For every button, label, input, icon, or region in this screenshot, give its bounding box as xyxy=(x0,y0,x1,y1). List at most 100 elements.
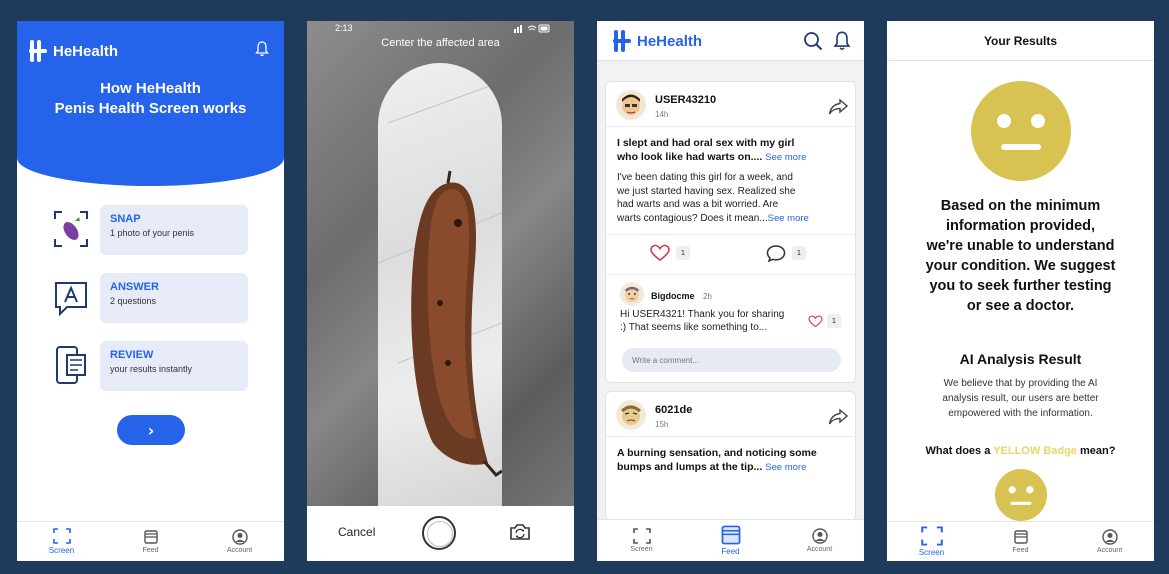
feed-post[interactable]: 6021de 15h A burning sensation, and noti… xyxy=(605,391,857,521)
ai-desc-line: empowered with the information. xyxy=(948,408,1093,419)
brand-name: HeHealth xyxy=(637,32,703,50)
status-time: 2:13 xyxy=(335,23,353,33)
post-title-line: who look like had warts on.... xyxy=(617,151,763,163)
brand-logo: HeHealth xyxy=(613,30,702,52)
post-body-line: had warts and was a bit worried. Are xyxy=(617,199,779,210)
post-body: I've been dating this girl for a week, a… xyxy=(617,171,853,225)
tab-screen[interactable]: Screen xyxy=(32,528,92,555)
search-icon[interactable] xyxy=(803,31,823,51)
badge-question-pre: What does a xyxy=(925,445,991,457)
tab-label: Account xyxy=(226,547,253,554)
post-body-line: warts contagious? Does it mean... xyxy=(617,212,768,224)
step-review-card: REVIEW your results instantly xyxy=(100,341,248,391)
phone-results-icon xyxy=(53,345,89,385)
tab-label: Screen xyxy=(918,548,945,557)
step-title: REVIEW xyxy=(110,349,154,361)
scan-icon xyxy=(920,526,943,546)
result-line: Based on the minimum xyxy=(940,198,1101,214)
tab-account[interactable]: Account xyxy=(210,529,270,554)
results-header: Your Results xyxy=(887,21,1154,61)
post-title[interactable]: A burning sensation, and noticing some b… xyxy=(617,446,817,475)
avatar[interactable] xyxy=(616,90,646,120)
tab-feed[interactable]: Feed xyxy=(701,525,761,556)
post-body-line: I've been dating this girl for a week, a… xyxy=(617,172,793,183)
share-icon[interactable] xyxy=(828,408,849,426)
bell-icon[interactable] xyxy=(833,31,851,51)
step-answer[interactable]: ANSWER 2 questions xyxy=(53,273,248,323)
bell-icon[interactable] xyxy=(255,41,269,57)
comment-count: 1 xyxy=(792,246,806,260)
comment-input[interactable] xyxy=(622,348,841,372)
post-username[interactable]: USER43210 xyxy=(655,94,716,106)
result-line: information provided, xyxy=(945,218,1096,234)
step-subtitle: 2 questions xyxy=(110,296,157,306)
heart-icon xyxy=(808,315,823,327)
tab-feed[interactable]: Feed xyxy=(991,529,1051,554)
post-title-line: bumps and lumps at the tip... xyxy=(617,461,763,473)
step-review[interactable]: REVIEW your results instantly xyxy=(53,341,248,391)
flip-camera-icon[interactable] xyxy=(509,522,531,542)
see-more-link[interactable]: See more xyxy=(765,152,806,163)
subject-image xyxy=(378,82,502,477)
next-button[interactable]: › xyxy=(117,415,185,445)
see-more-link[interactable]: See more xyxy=(768,213,809,224)
avatar[interactable] xyxy=(620,282,644,306)
post-title[interactable]: I slept and had oral sex with my girl wh… xyxy=(617,136,806,165)
result-line: your condition. We suggest xyxy=(925,258,1116,274)
tab-label: Feed xyxy=(142,547,159,554)
post-time: 14h xyxy=(655,110,669,119)
hehealth-logo-icon xyxy=(613,30,631,52)
tab-label: Screen xyxy=(630,546,653,553)
step-title: SNAP xyxy=(110,213,141,225)
ai-desc-line: We believe that by providing the AI xyxy=(943,378,1098,389)
post-title-line: A burning sensation, and noticing some xyxy=(617,447,817,459)
tab-account[interactable]: Account xyxy=(1080,529,1140,554)
comment-text: Hi USER4321! Thank you for sharing :) Th… xyxy=(620,308,784,334)
result-message: Based on the minimum information provide… xyxy=(907,196,1134,316)
camera-hint: Center the affected area xyxy=(381,37,500,49)
tab-screen[interactable]: Screen xyxy=(612,528,672,553)
post-username[interactable]: 6021de xyxy=(655,404,692,416)
post-time: 15h xyxy=(655,420,669,429)
tab-screen[interactable]: Screen xyxy=(902,526,962,557)
brand-logo: HeHealth xyxy=(29,40,118,62)
heart-icon xyxy=(650,244,670,261)
step-snap[interactable]: SNAP 1 photo of your penis xyxy=(53,205,248,255)
badge-question-highlight: YELLOW Badge xyxy=(993,445,1077,457)
neutral-face-icon xyxy=(971,81,1071,181)
divider xyxy=(606,126,857,127)
tab-label: Account xyxy=(806,546,833,553)
comment-text-line: :) That seems like something to... xyxy=(620,322,768,333)
account-icon xyxy=(1101,529,1119,545)
step-answer-card: ANSWER 2 questions xyxy=(100,273,248,323)
capture-guide-window xyxy=(378,63,502,506)
comment-like-button[interactable]: 1 xyxy=(808,314,841,328)
badge-question[interactable]: What does a YELLOW Badge mean? xyxy=(887,445,1154,457)
tab-label: Feed xyxy=(721,547,740,556)
result-line: we're unable to understand xyxy=(926,238,1115,254)
divider xyxy=(606,274,857,275)
ai-analysis-description: We believe that by providing the AI anal… xyxy=(917,376,1124,421)
hehealth-logo-icon xyxy=(29,40,47,62)
see-more-link[interactable]: See more xyxy=(765,462,806,473)
shutter-button[interactable] xyxy=(422,516,456,550)
account-icon xyxy=(231,529,249,545)
step-title: ANSWER xyxy=(110,281,159,293)
feed-icon xyxy=(720,525,742,545)
results-screen: Your Results Based on the minimum inform… xyxy=(887,21,1154,561)
scan-icon xyxy=(52,528,71,544)
cancel-button[interactable]: Cancel xyxy=(338,525,375,539)
avatar[interactable] xyxy=(616,400,646,430)
like-button[interactable]: 1 xyxy=(650,244,690,262)
divider xyxy=(606,436,857,437)
status-icons xyxy=(514,24,550,33)
tab-feed[interactable]: Feed xyxy=(121,529,181,554)
comment-username[interactable]: Bigdocme xyxy=(651,291,695,301)
feed-icon xyxy=(1012,529,1030,545)
tab-account[interactable]: Account xyxy=(790,528,850,553)
like-count: 1 xyxy=(676,246,690,260)
share-icon[interactable] xyxy=(828,98,849,116)
feed-header: HeHealth xyxy=(597,21,864,61)
feed-post[interactable]: USER43210 14h I slept and had oral sex w… xyxy=(605,81,857,383)
comment-button[interactable]: 1 xyxy=(766,244,806,262)
